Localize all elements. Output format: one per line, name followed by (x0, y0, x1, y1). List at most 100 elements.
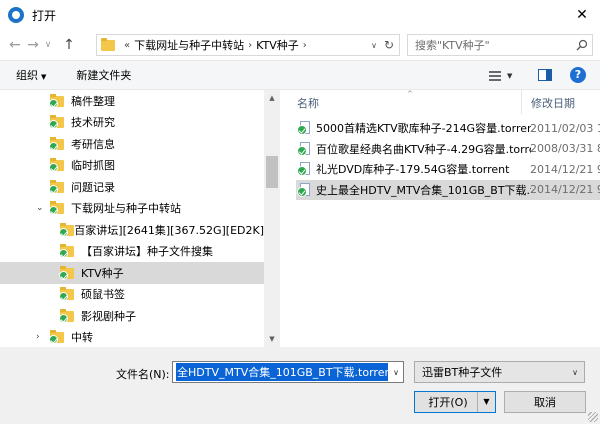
scroll-down-icon[interactable]: ▼ (264, 331, 280, 347)
synced-folder-icon (59, 265, 76, 280)
sidebar-item[interactable]: 稿件整理 (0, 90, 264, 112)
sidebar-item[interactable]: › 中转 (0, 327, 264, 348)
new-folder-button[interactable]: 新建文件夹 (76, 67, 131, 83)
sidebar-item[interactable]: ⌄ 下载网址与种子中转站 (0, 198, 264, 220)
sidebar-item[interactable]: KTV种子 (0, 262, 264, 284)
column-header-date[interactable]: 修改日期 (531, 95, 575, 111)
sidebar-item[interactable]: 考研信息 (0, 133, 264, 155)
search-box (407, 34, 593, 56)
preview-pane-icon[interactable] (538, 69, 552, 81)
sidebar-item-label: [百家讲坛][2641集][367.52G][ED2K] (70, 223, 264, 237)
synced-folder-icon (49, 330, 66, 345)
filename-label: 文件名(N): (116, 368, 170, 381)
sidebar-item-label: 下载网址与种子中转站 (71, 202, 181, 216)
file-date: 2014/12/21 9 (530, 162, 600, 176)
scrollbar-thumb[interactable] (266, 156, 278, 188)
sidebar-item-label: 技术研究 (71, 116, 115, 130)
open-dropdown-icon[interactable]: ▼ (477, 392, 495, 412)
search-input[interactable] (408, 38, 572, 52)
view-options-button[interactable]: ▼ (489, 69, 521, 83)
sidebar-item-label: KTV种子 (81, 266, 124, 280)
file-list[interactable]: ^ 名称 修改日期 5000首精选KTV歌库种子-214G容量.torrent 2… (282, 90, 600, 347)
resize-grip-icon[interactable] (588, 412, 598, 422)
file-row[interactable]: 5000首精选KTV歌库种子-214G容量.torrent 2011/02/03 … (296, 118, 600, 138)
chevron-down-icon[interactable]: ∨ (371, 41, 377, 50)
breadcrumb-overflow[interactable]: « (124, 40, 130, 51)
scroll-up-icon[interactable]: ▲ (264, 90, 280, 106)
folder-icon (101, 37, 115, 51)
torrent-file-icon (297, 182, 312, 197)
breadcrumb-separator-icon[interactable]: › (248, 40, 252, 51)
file-row[interactable]: 礼光DVD库种子-179.54G容量.torrent 2014/12/21 9 (296, 159, 600, 179)
column-header-row: ^ 名称 修改日期 (282, 90, 600, 114)
synced-folder-icon (49, 93, 66, 108)
folder-tree: 稿件整理技术研究考研信息临时抓图问题记录 ⌄ 下载网址与种子中转站 [百家讲坛][26… (0, 90, 264, 347)
file-row[interactable]: 史上最全HDTV_MTV合集_101GB_BT下载.torrent2014/12… (296, 179, 600, 200)
dialog-footer: 文件名(N): 全HDTV_MTV合集_101GB_BT下载.torrent ∨… (0, 347, 600, 424)
file-name: 5000首精选KTV歌库种子-214G容量.torrent (316, 122, 531, 135)
app-icon (8, 7, 24, 23)
open-button[interactable]: 打开(O) ▼ (414, 391, 496, 413)
help-icon[interactable]: ? (570, 67, 586, 83)
synced-folder-icon (59, 287, 76, 302)
file-name: 史上最全HDTV_MTV合集_101GB_BT下载.torrent (316, 183, 531, 197)
file-date: 2011/02/03 1 (530, 121, 600, 135)
navigation-scrollbar[interactable]: ▲ ▼ (264, 90, 280, 347)
filename-combobox[interactable]: 全HDTV_MTV合集_101GB_BT下载.torrent ∨ (172, 361, 404, 383)
refresh-icon[interactable]: ↻ (384, 38, 394, 52)
sidebar-item-label: 【百家讲坛】种子文件搜集 (81, 245, 213, 259)
sidebar-item[interactable]: [百家讲坛][2641集][367.52G][ED2K] (0, 219, 264, 241)
column-divider[interactable] (521, 90, 522, 114)
recent-locations-chevron-icon[interactable]: ∨ (42, 40, 54, 50)
synced-folder-icon (49, 201, 66, 216)
breadcrumb-item[interactable]: 下载网址与种子中转站 (134, 37, 244, 53)
file-date: 2014/12/21 9 (530, 183, 600, 196)
caret-down-icon: ▼ (41, 73, 47, 81)
filename-input[interactable]: 全HDTV_MTV合集_101GB_BT下载.torrent (176, 363, 388, 381)
close-icon[interactable]: ✕ (572, 5, 592, 25)
organize-button[interactable]: 组织 ▼ (16, 67, 46, 83)
file-row[interactable]: 百位歌星经典名曲KTV种子-4.29G容量.torrent 2008/03/31 … (296, 139, 600, 159)
synced-folder-icon (59, 222, 74, 237)
expand-closed-icon[interactable]: › (36, 332, 40, 342)
forward-arrow-icon[interactable]: → (24, 37, 42, 53)
title-bar: 打开 ✕ (0, 0, 600, 30)
synced-folder-icon (49, 136, 66, 151)
sidebar-item[interactable]: 临时抓图 (0, 155, 264, 177)
address-row: ← → ∨ ↑ « 下载网址与种子中转站 › KTV种子 › ∨ ↻ (0, 30, 600, 60)
sidebar-item[interactable]: 【百家讲坛】种子文件搜集 (0, 241, 264, 263)
sidebar-item-label: 问题记录 (71, 180, 115, 194)
organize-label: 组织 (16, 69, 38, 82)
breadcrumb-separator-icon[interactable]: › (303, 40, 307, 51)
synced-folder-icon (49, 179, 66, 194)
search-icon[interactable] (572, 39, 592, 51)
sidebar-item[interactable]: 技术研究 (0, 112, 264, 134)
sidebar-item-label: 考研信息 (71, 137, 115, 151)
sidebar-item-label: 中转 (71, 331, 93, 345)
breadcrumb-item[interactable]: KTV种子 (256, 37, 299, 53)
synced-folder-icon (49, 158, 66, 173)
caret-down-icon: ▼ (507, 72, 513, 80)
chevron-down-icon[interactable]: ∨ (393, 368, 399, 377)
chevron-down-icon: ∨ (572, 367, 578, 377)
column-header-name[interactable]: 名称 (297, 95, 319, 111)
sidebar-item-label: 硕鼠书签 (81, 288, 125, 302)
view-list-icon (489, 71, 501, 81)
navigation-pane[interactable]: 稿件整理技术研究考研信息临时抓图问题记录 ⌄ 下载网址与种子中转站 [百家讲坛][26… (0, 90, 280, 347)
sidebar-item-label: 临时抓图 (71, 159, 115, 173)
sidebar-item[interactable]: 问题记录 (0, 176, 264, 198)
file-name: 百位歌星经典名曲KTV种子-4.29G容量.torrent (316, 142, 531, 156)
back-arrow-icon[interactable]: ← (6, 37, 24, 53)
sidebar-item[interactable]: 影视剧种子 (0, 305, 264, 327)
address-bar[interactable]: « 下载网址与种子中转站 › KTV种子 › ∨ ↻ (96, 34, 400, 56)
cancel-button[interactable]: 取消 (504, 391, 586, 413)
up-arrow-icon[interactable]: ↑ (60, 37, 78, 53)
filetype-select[interactable]: 迅雷BT种子文件 ∨ (414, 361, 585, 383)
synced-folder-icon (49, 115, 66, 130)
sidebar-item-label: 稿件整理 (71, 94, 115, 108)
expand-open-icon[interactable]: ⌄ (36, 203, 44, 213)
synced-folder-icon (59, 308, 76, 323)
sidebar-item[interactable]: 硕鼠书签 (0, 284, 264, 306)
torrent-file-icon (297, 121, 312, 135)
synced-folder-icon (59, 244, 76, 259)
